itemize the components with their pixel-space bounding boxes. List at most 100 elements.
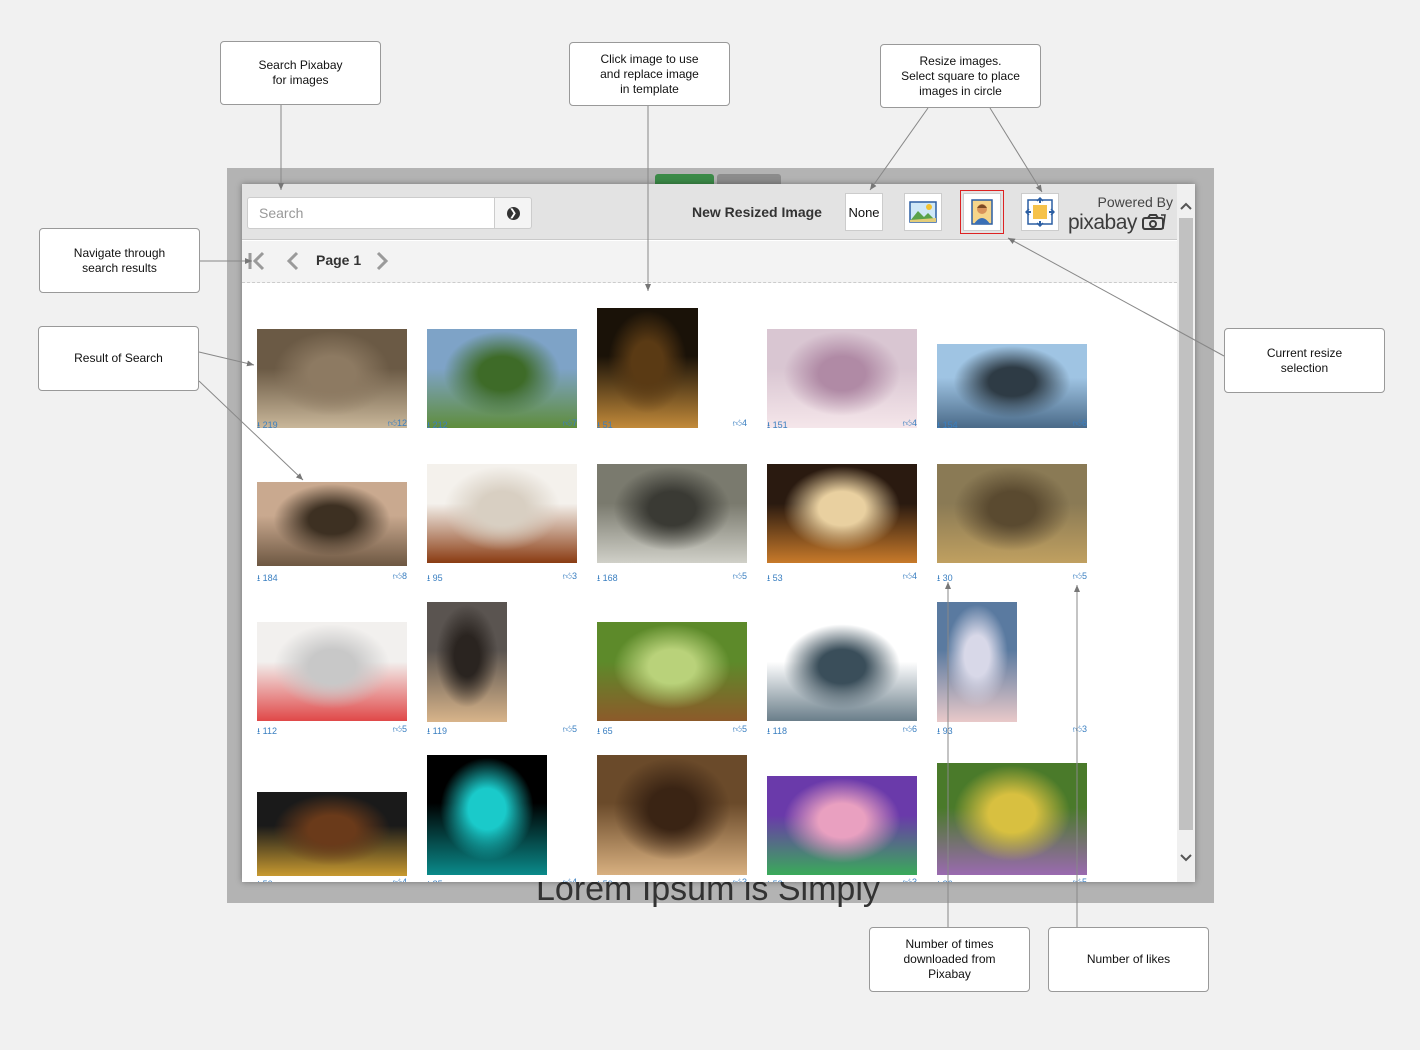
thumbnail-image[interactable] xyxy=(937,344,1087,428)
thumbnail-image[interactable] xyxy=(427,602,507,722)
download-count-value: 118 xyxy=(772,726,788,736)
like-count: 👍︎4 xyxy=(563,877,577,882)
download-count-value: 51 xyxy=(602,420,613,430)
download-count: ⭳ 85 xyxy=(427,877,443,882)
download-icon: ⭳ xyxy=(257,573,261,583)
download-icon: ⭳ xyxy=(937,879,940,882)
thumbnail-image[interactable] xyxy=(427,329,577,428)
search-input[interactable] xyxy=(247,197,495,229)
download-count-value: 168 xyxy=(602,573,618,583)
thumbnail-image[interactable] xyxy=(597,308,698,428)
download-icon: ⭳ xyxy=(597,726,601,736)
thumbnail-image[interactable] xyxy=(427,464,577,563)
callout-result: Result of Search xyxy=(38,326,199,391)
like-count: 👍︎3 xyxy=(563,571,577,582)
download-count-value: 58 xyxy=(773,879,783,882)
callout-current-selection: Current resize selection xyxy=(1224,328,1385,393)
thumbs-up-icon: 👍︎ xyxy=(732,877,742,882)
search-button[interactable]: ❯ xyxy=(495,197,532,229)
like-count-value: 5 xyxy=(571,724,577,734)
download-icon: ⭳ xyxy=(257,726,261,736)
scrollbar[interactable] xyxy=(1177,184,1195,882)
callout-navigate-text: Navigate through search results xyxy=(73,245,166,275)
first-page-icon[interactable] xyxy=(247,250,269,277)
thumbnail-image[interactable] xyxy=(597,755,747,875)
thumbnail-image[interactable] xyxy=(257,622,407,721)
callout-likes: Number of likes xyxy=(1048,927,1209,992)
callout-downloads-text: Number of times downloaded from Pixabay xyxy=(903,937,996,981)
thumbnail-image[interactable] xyxy=(767,776,917,875)
like-count: 👍︎4 xyxy=(903,418,917,429)
download-count: ⭳ 30 xyxy=(937,571,953,587)
like-count: 👍︎8 xyxy=(393,571,407,582)
page-label: Page 1 xyxy=(316,252,362,268)
pixabay-logo[interactable]: pixabay xyxy=(1068,211,1167,235)
download-count-value: 93 xyxy=(942,726,953,736)
thumbnail-image[interactable] xyxy=(767,464,917,563)
callout-navigate: Navigate through search results xyxy=(39,228,200,293)
callout-likes-text: Number of likes xyxy=(1086,952,1171,966)
thumbnail-image[interactable] xyxy=(257,792,407,876)
download-count-value: 112 xyxy=(262,726,278,736)
thumbs-up-icon: 👍︎ xyxy=(902,724,912,734)
thumbs-up-icon: 👍︎ xyxy=(1072,877,1082,882)
like-count-value: 3 xyxy=(911,877,917,882)
template-tab[interactable] xyxy=(717,174,781,184)
prev-page-icon[interactable] xyxy=(285,250,301,277)
like-count-value: 3 xyxy=(571,571,577,581)
download-count: ⭳ 184 xyxy=(257,571,278,587)
like-count: 👍︎3 xyxy=(903,877,917,882)
pager: Page 1 xyxy=(242,241,1177,283)
resize-original-button[interactable] xyxy=(904,193,942,231)
like-count: 👍︎5 xyxy=(393,724,407,735)
callout-resize-text: Resize images. Select square to place im… xyxy=(901,53,1020,98)
thumbs-up-icon: 👍︎ xyxy=(392,877,402,882)
thumbnail-image[interactable] xyxy=(257,329,407,428)
callout-result-text: Result of Search xyxy=(74,351,163,365)
download-count: ⭳ 36 xyxy=(937,877,953,882)
resize-square-button[interactable] xyxy=(1021,193,1059,231)
thumbnail-image[interactable] xyxy=(257,482,407,566)
thumbs-up-icon: 👍︎ xyxy=(562,724,572,734)
thumbs-up-icon: 👍︎ xyxy=(732,724,742,734)
callout-resize: Resize images. Select square to place im… xyxy=(880,44,1041,108)
next-page-icon[interactable] xyxy=(374,250,390,277)
callout-downloads: Number of times downloaded from Pixabay xyxy=(869,927,1030,992)
download-count: ⭳ 212 xyxy=(427,418,448,434)
chevron-up-icon[interactable] xyxy=(1177,194,1195,216)
download-icon: ⭳ xyxy=(767,420,771,430)
thumbs-up-icon: 👍︎ xyxy=(732,571,742,581)
download-icon: ⭳ xyxy=(427,879,430,882)
callout-current-selection-text: Current resize selection xyxy=(1266,345,1343,375)
thumbnail-image[interactable] xyxy=(427,755,547,875)
download-count: ⭳ 93 xyxy=(937,724,953,740)
download-count: ⭳ 154 xyxy=(937,418,958,434)
thumbnail-image[interactable] xyxy=(937,602,1017,722)
thumbnail-image[interactable] xyxy=(767,622,917,721)
download-count-value: 219 xyxy=(262,420,278,430)
like-count-value: 4 xyxy=(571,877,577,882)
scroll-thumb[interactable] xyxy=(1179,218,1193,830)
thumbnail-image[interactable] xyxy=(597,622,747,721)
resize-circle-button[interactable] xyxy=(960,190,1004,234)
powered-by-label: Powered By xyxy=(1097,194,1173,210)
thumbnail-image[interactable] xyxy=(937,464,1087,563)
thumbs-up-icon: 👍︎ xyxy=(1072,571,1082,581)
thumbnail-image[interactable] xyxy=(767,329,917,428)
like-count: 👍︎5 xyxy=(733,571,747,582)
like-count: 👍︎5 xyxy=(1073,877,1087,882)
download-count: ⭳ 151 xyxy=(767,418,788,434)
resize-none-button[interactable]: None xyxy=(845,193,883,231)
thumbnail-image[interactable] xyxy=(937,763,1087,875)
thumbnail-image[interactable] xyxy=(597,464,747,563)
like-count-value: 5 xyxy=(1081,571,1087,581)
like-count-value: 7 xyxy=(571,418,577,428)
download-count: ⭳ 119 xyxy=(427,724,447,740)
like-count: 👍︎5 xyxy=(733,724,747,735)
camera-icon xyxy=(1142,214,1167,230)
like-count-value: 6 xyxy=(1081,418,1087,428)
template-tab-active[interactable] xyxy=(655,174,714,184)
like-count: 👍︎4 xyxy=(903,571,917,582)
chevron-down-icon[interactable] xyxy=(1177,846,1195,868)
thumbs-up-icon: 👍︎ xyxy=(1072,724,1082,734)
